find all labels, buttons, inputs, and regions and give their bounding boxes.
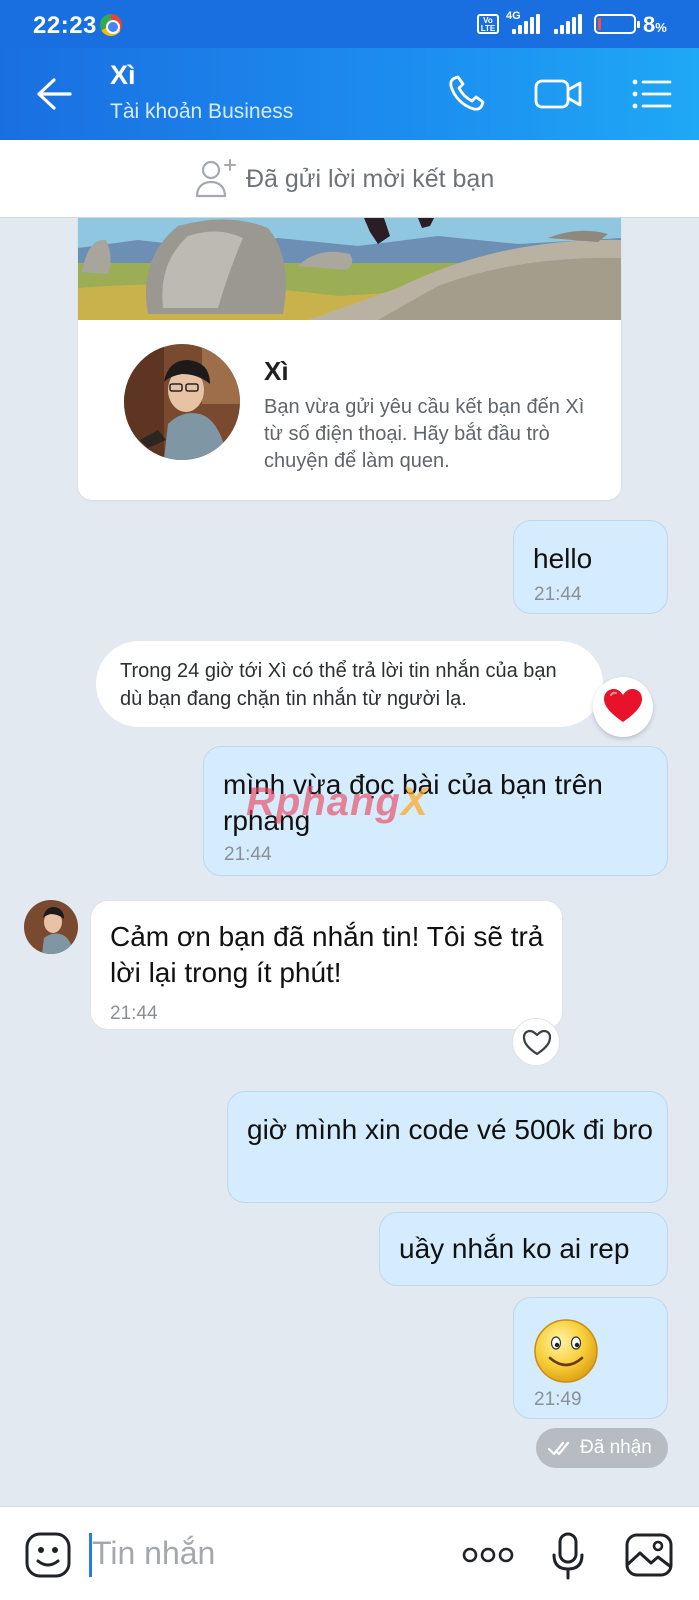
message-time: 21:44 [110,1003,158,1024]
message-time: 21:49 [534,1389,582,1410]
volte-icon: Vo LTE [477,14,499,34]
message-bubble-outgoing[interactable]: 21:49 [513,1297,668,1419]
message-time: 21:44 [534,584,582,605]
microphone-icon[interactable] [550,1531,586,1581]
profile-cover-image [78,218,621,320]
profile-card-name: Xì [264,356,289,386]
battery-percent: 8% [643,12,667,37]
contact-avatar-small[interactable] [24,900,78,954]
double-check-icon [548,1441,570,1456]
chat-header: Xì Tài khoản Business [0,48,699,140]
friend-request-bar: Đã gửi lời mời kết bạn [0,140,699,218]
message-bubble-outgoing[interactable]: giờ mình xin code vé 500k đi bro [227,1091,668,1203]
back-arrow-icon[interactable] [34,76,74,112]
reaction-heart-badge[interactable] [593,677,653,737]
message-input[interactable]: Tin nhắn [92,1535,215,1572]
message-text: hello [533,543,593,574]
status-bar: 22:23 Vo LTE 4G 8% [0,0,699,48]
profile-card-description: Bạn vừa gửi yêu cầu kết bạn đến Xì từ số… [264,396,585,472]
message-input-bar: Tin nhắn [0,1506,699,1600]
image-gallery-icon[interactable] [624,1531,674,1579]
message-bubble-outgoing[interactable]: hello 21:44 [513,520,668,614]
message-bubble-outgoing[interactable]: uầy nhắn ko ai rep [379,1212,668,1286]
message-time: 21:44 [224,844,272,865]
contact-subtitle: Tài khoản Business [110,100,294,123]
chrome-notification-icon [100,14,122,36]
sticker-emoji-icon[interactable] [24,1531,72,1579]
video-call-icon[interactable] [534,74,584,114]
add-friend-icon [195,159,236,198]
heart-filled-icon [604,689,642,722]
battery-icon [594,14,640,34]
system-notice: Trong 24 giờ tới Xì có thể trả lời tin n… [96,641,603,727]
battery-level [598,18,601,30]
menu-list-icon[interactable] [630,74,674,114]
delivery-status-text: Đã nhận [580,1437,652,1458]
friend-request-sent-text: Đã gửi lời mời kết bạn [246,165,495,193]
message-text: Cảm ơn bạn đã nhắn tin! Tôi sẽ trả lời l… [110,921,544,988]
message-bubble-incoming[interactable]: Cảm ơn bạn đã nhắn tin! Tôi sẽ trả lời l… [90,900,563,1030]
watermark-logo: RphangX [246,780,429,824]
smiley-emoji-icon [534,1319,598,1383]
message-text: uầy nhắn ko ai rep [399,1233,630,1264]
status-time: 22:23 [33,12,97,39]
contact-avatar[interactable] [124,344,240,460]
delivery-status: Đã nhận [536,1428,668,1468]
message-text: giờ mình xin code vé 500k đi bro [247,1114,653,1145]
heart-outline-icon [522,1029,552,1056]
profile-card[interactable]: Xì Bạn vừa gửi yêu cầu kết bạn đến Xì từ… [78,218,621,500]
signal-strength-2-icon [554,14,584,34]
react-heart-button[interactable] [512,1018,560,1066]
signal-strength-icon [512,14,542,34]
phone-icon[interactable] [446,74,490,114]
contact-name[interactable]: Xì [110,60,136,91]
more-options-icon[interactable] [460,1531,516,1579]
